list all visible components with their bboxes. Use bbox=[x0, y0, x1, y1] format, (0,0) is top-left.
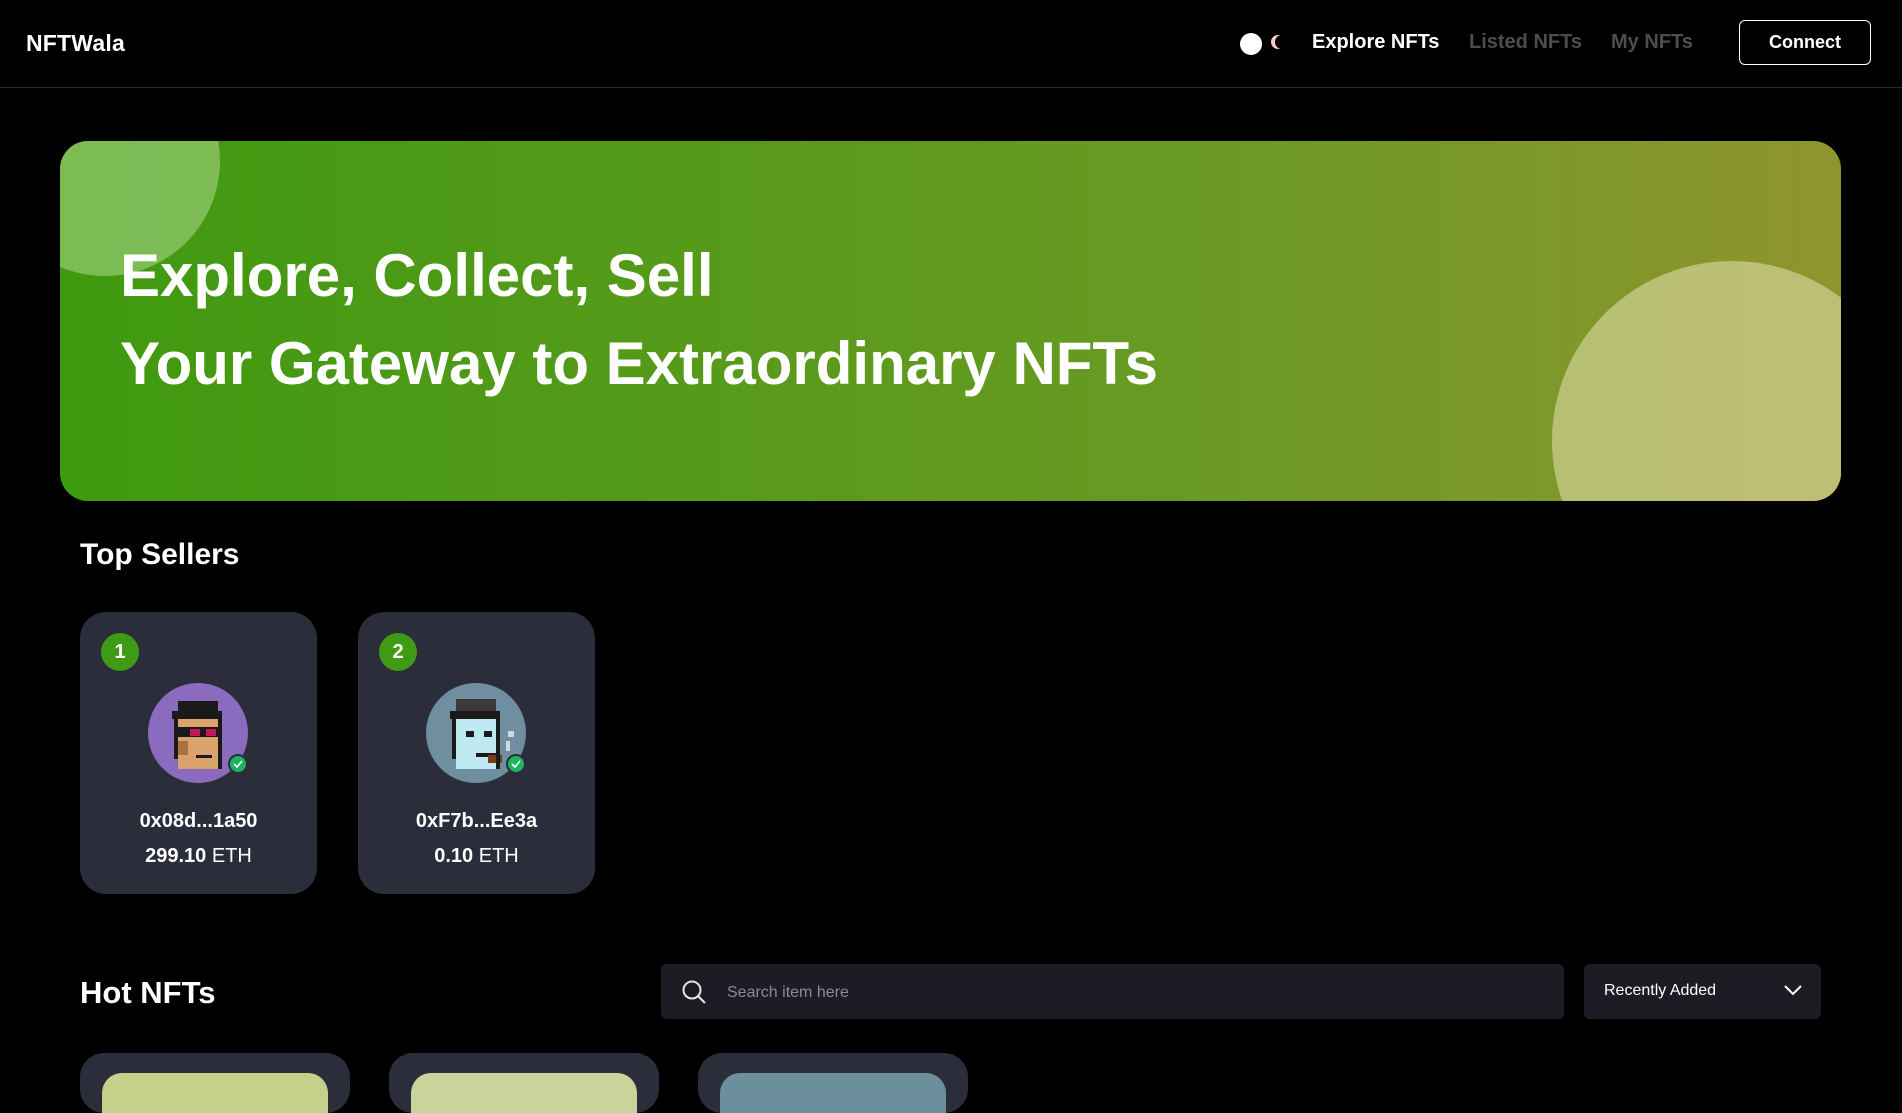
seller-amount-value: 0.10 bbox=[434, 845, 474, 867]
brand-logo[interactable]: NFTWala bbox=[26, 30, 125, 57]
connect-wallet-button[interactable]: Connect bbox=[1739, 20, 1871, 65]
seller-amount-value: 299.10 bbox=[145, 845, 207, 867]
seller-card[interactable]: 2 0xF7b...Ee3a 0.10 ETH bbox=[358, 612, 595, 894]
seller-volume: 299.10 ETH bbox=[80, 845, 317, 868]
nft-card[interactable] bbox=[389, 1053, 659, 1113]
seller-address: 0xF7b...Ee3a bbox=[415, 810, 538, 832]
nav-link-explore-nfts[interactable]: Explore NFTs bbox=[1312, 31, 1439, 54]
verified-check-icon bbox=[228, 754, 248, 774]
top-navbar: NFTWala Explore NFTs Listed NFTs My NFTs… bbox=[0, 0, 1902, 88]
seller-card[interactable]: 1 0x08d...1a50 299.10 ETH bbox=[80, 612, 317, 894]
theme-toggle[interactable] bbox=[1240, 33, 1280, 55]
seller-amount-unit: ETH bbox=[211, 845, 252, 867]
search-icon bbox=[682, 980, 706, 1004]
nav-link-listed-nfts[interactable]: Listed NFTs bbox=[1469, 31, 1582, 54]
seller-volume: 0.10 ETH bbox=[358, 845, 595, 868]
verified-check-icon bbox=[506, 754, 526, 774]
hero-banner: Explore, Collect, Sell Your Gateway to E… bbox=[60, 141, 1841, 501]
top-sellers-title: Top Sellers bbox=[80, 538, 240, 571]
nft-card[interactable] bbox=[698, 1053, 968, 1113]
search-input[interactable] bbox=[725, 964, 1549, 1021]
hot-nfts-title: Hot NFTs bbox=[80, 975, 216, 1010]
hero-headline: Explore, Collect, Sell bbox=[120, 242, 714, 309]
seller-address: 0x08d...1a50 bbox=[139, 810, 258, 832]
search-box bbox=[661, 964, 1564, 1021]
chevron-down-icon bbox=[1784, 985, 1802, 996]
nft-card[interactable] bbox=[80, 1053, 350, 1113]
nav-link-my-nfts[interactable]: My NFTs bbox=[1611, 31, 1693, 54]
decorative-circle-bottom-right bbox=[1552, 261, 1841, 501]
rank-badge: 1 bbox=[101, 633, 139, 671]
sort-selected-value: Recently Added bbox=[1604, 982, 1717, 999]
sort-dropdown[interactable]: Recently Added bbox=[1584, 964, 1821, 1019]
nft-thumbnail bbox=[102, 1073, 328, 1113]
seller-amount-unit: ETH bbox=[478, 845, 519, 867]
hero-subheadline: Your Gateway to Extraordinary NFTs bbox=[120, 330, 1159, 397]
sun-icon[interactable] bbox=[1240, 33, 1262, 55]
rank-badge: 2 bbox=[379, 633, 417, 671]
moon-icon[interactable] bbox=[1275, 35, 1289, 49]
nft-thumbnail bbox=[720, 1073, 946, 1113]
nft-thumbnail bbox=[411, 1073, 637, 1113]
